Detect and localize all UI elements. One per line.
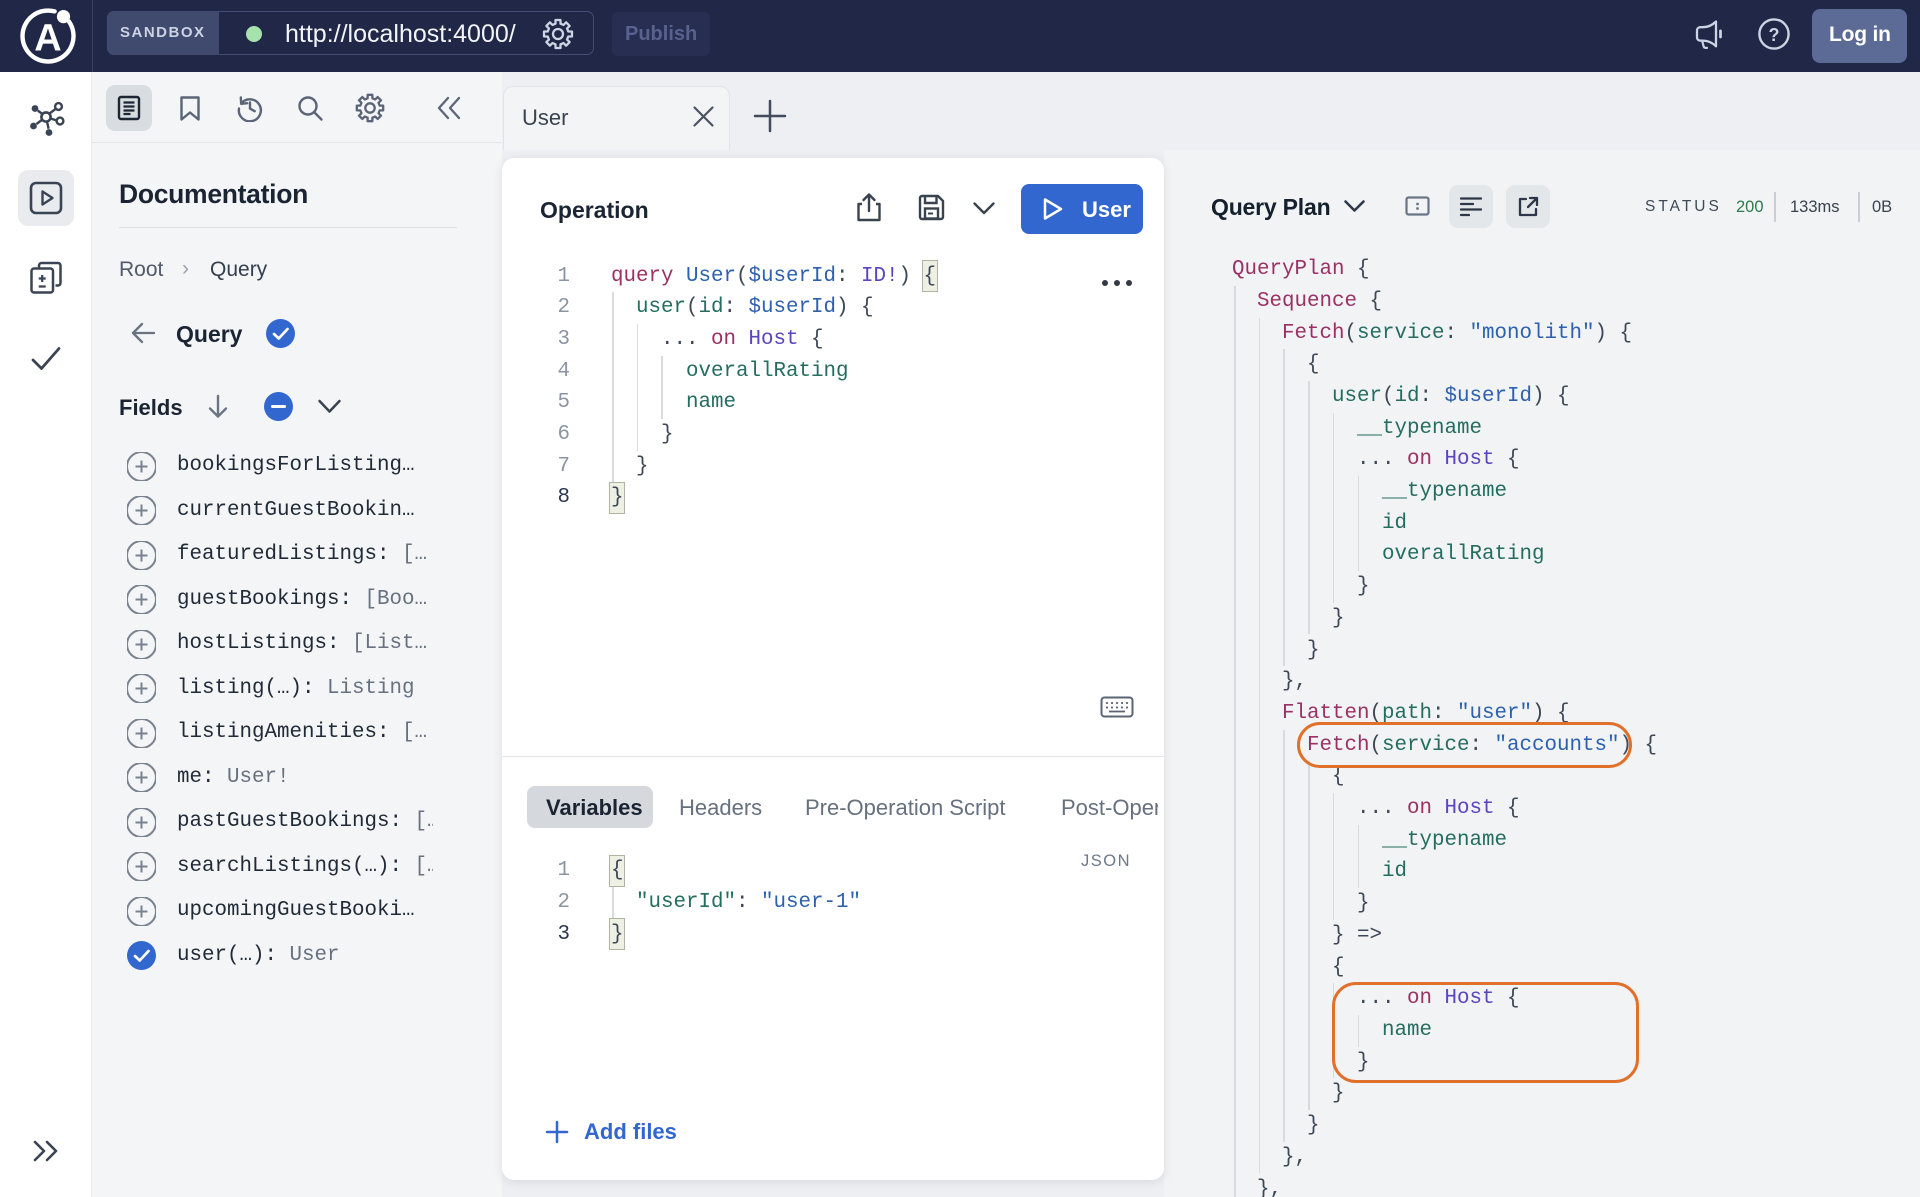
svg-text:?: ? <box>1769 25 1780 45</box>
svg-text:A: A <box>34 18 61 60</box>
